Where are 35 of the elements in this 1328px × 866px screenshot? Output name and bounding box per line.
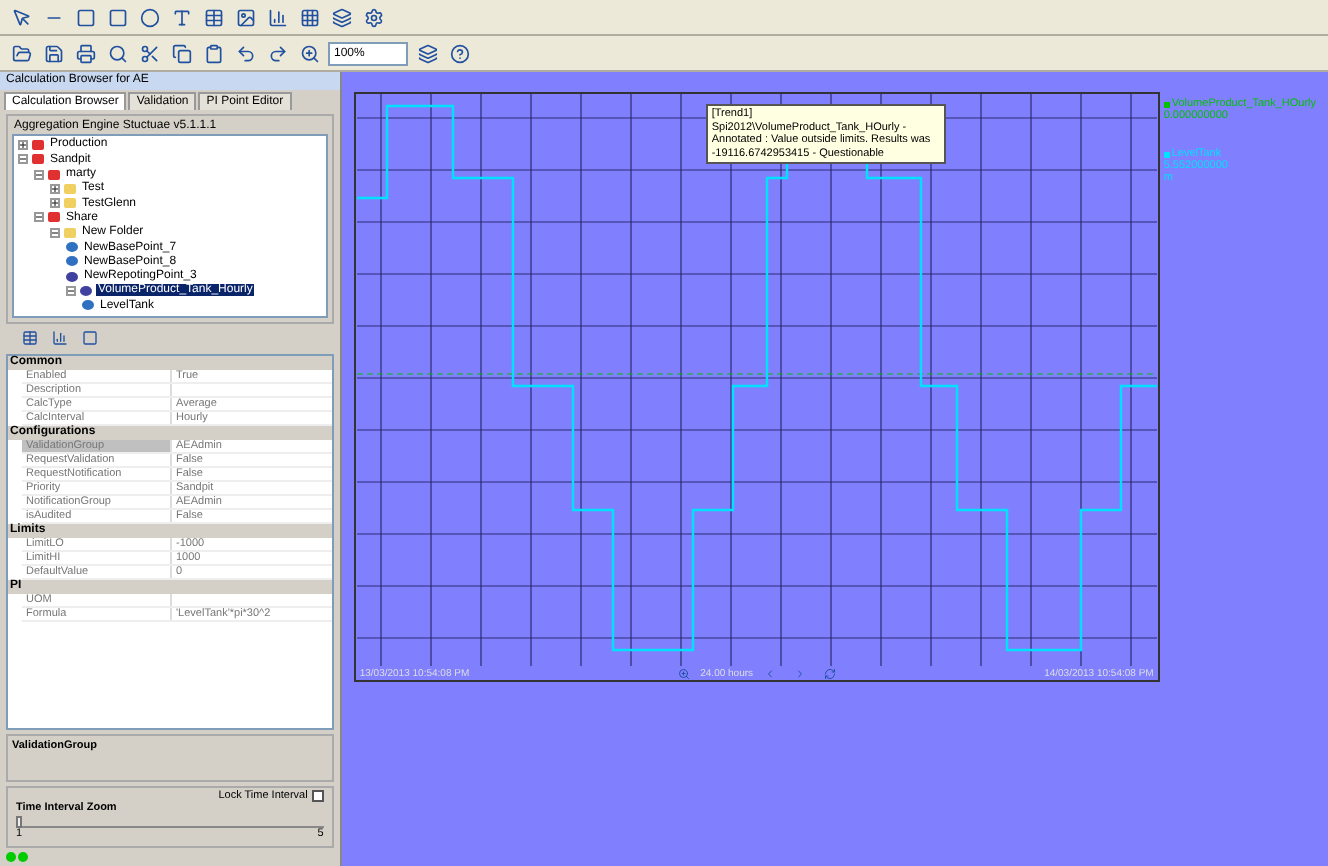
expander-icon[interactable] bbox=[18, 139, 28, 150]
table-icon[interactable] bbox=[200, 4, 226, 30]
point-icon bbox=[66, 256, 78, 267]
circle-icon[interactable] bbox=[136, 4, 162, 30]
expander-icon[interactable] bbox=[18, 154, 28, 165]
rectangle-icon[interactable] bbox=[104, 4, 130, 30]
point-icon bbox=[82, 300, 94, 311]
expander-icon[interactable] bbox=[66, 285, 76, 296]
zoom-in-icon[interactable] bbox=[296, 40, 322, 66]
scissors-icon[interactable] bbox=[136, 40, 162, 66]
pointer-icon[interactable] bbox=[8, 4, 34, 30]
search-icon[interactable] bbox=[104, 40, 130, 66]
expander-icon[interactable] bbox=[34, 212, 44, 223]
expander-icon[interactable] bbox=[50, 198, 60, 209]
grid-icon[interactable] bbox=[296, 4, 322, 30]
point-icon bbox=[66, 242, 78, 252]
expander-icon[interactable] bbox=[50, 227, 60, 238]
expander-icon[interactable] bbox=[34, 169, 44, 180]
rectangle-icon[interactable] bbox=[72, 4, 98, 30]
folder-icon[interactable] bbox=[8, 40, 34, 66]
help-icon[interactable] bbox=[446, 40, 472, 66]
lock-checkbox[interactable] bbox=[311, 789, 324, 802]
save-icon[interactable] bbox=[40, 40, 66, 66]
layers-icon[interactable] bbox=[328, 4, 354, 30]
layers-icon[interactable] bbox=[414, 40, 440, 66]
copy-icon[interactable] bbox=[168, 40, 194, 66]
expander-icon[interactable] bbox=[50, 183, 60, 194]
image-icon[interactable] bbox=[232, 4, 258, 30]
settings-icon[interactable] bbox=[360, 4, 386, 30]
point-icon bbox=[66, 271, 78, 282]
slider-thumb[interactable] bbox=[16, 815, 22, 828]
printer-icon[interactable] bbox=[72, 40, 98, 66]
point-icon bbox=[80, 285, 92, 296]
undo-icon[interactable] bbox=[232, 40, 258, 66]
bar-chart-icon[interactable] bbox=[264, 4, 290, 30]
